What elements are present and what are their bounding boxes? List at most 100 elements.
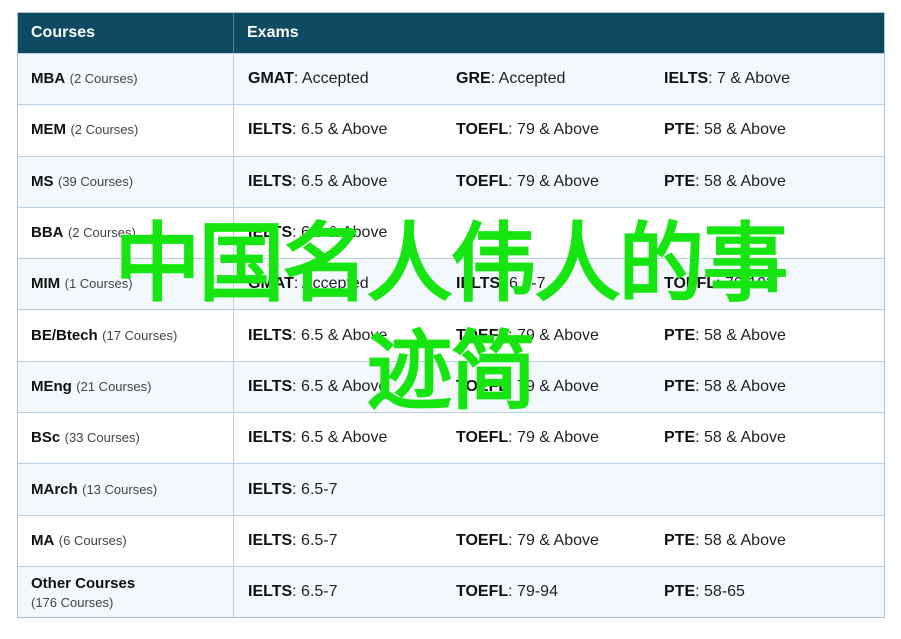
exam-score: : 58 & Above: [695, 121, 786, 139]
exam-name: IELTS: [248, 377, 293, 395]
course-name[interactable]: BE/Btech: [31, 327, 98, 344]
course-name[interactable]: Other Courses: [31, 575, 135, 592]
course-count: (176 Courses): [31, 594, 114, 610]
exam-name: TOEFL: [456, 531, 509, 549]
exam-name: PTE: [664, 583, 696, 601]
exam-score: : Accepted: [293, 275, 369, 293]
exam-requirement: GMAT: Accepted: [248, 70, 456, 88]
course-count: (1 Courses): [64, 276, 133, 292]
exam-requirement: IELTS: 6.5 & Above: [248, 121, 456, 139]
exam-requirement: TOEFL: 79-102: [664, 275, 872, 293]
table-header: Courses Exams: [18, 13, 884, 53]
table-row: BBA (2 Courses) IELTS: 6.5 & Above: [18, 206, 884, 259]
exams-cell: GMAT: Accepted IELTS: 6.5-7 TOEFL: 79-102: [234, 259, 884, 309]
course-line: MA (6 Courses): [31, 532, 220, 550]
course-count: (39 Courses): [57, 173, 134, 189]
exam-name: TOEFL: [664, 275, 717, 293]
exam-score: : 79-102: [716, 275, 775, 293]
exam-requirement: TOEFL: 79 & Above: [456, 429, 664, 447]
exam-requirement: TOEFL: 79 & Above: [456, 121, 664, 139]
course-line: MEM (2 Courses): [31, 121, 220, 139]
exam-score: : 6.5 & Above: [292, 429, 388, 447]
table-row: Other Courses (176 Courses) IELTS: 6.5-7 TO…: [18, 565, 884, 618]
course-cell: MBA (2 Courses): [18, 54, 234, 105]
exam-requirement: IELTS: 6.5-7: [248, 481, 456, 499]
exam-score: : 79 & Above: [508, 326, 599, 344]
table-row: MEM (2 Courses) IELTS: 6.5 & Above TOEFL: …: [18, 104, 884, 156]
course-line: MIM (1 Courses): [31, 275, 220, 293]
exam-requirement: IELTS: 6.5 & Above: [248, 224, 456, 242]
course-name[interactable]: MArch: [31, 481, 78, 498]
course-count: (2 Courses): [69, 71, 138, 87]
exam-requirement: GRE: Accepted: [456, 70, 664, 88]
course-cell: BSc (33 Courses): [18, 413, 234, 464]
exam-name: PTE: [664, 429, 696, 447]
exam-requirement: IELTS: 6.5 & Above: [248, 378, 456, 396]
exam-name: TOEFL: [456, 377, 509, 395]
course-cell: MIM (1 Courses): [18, 259, 234, 310]
course-name[interactable]: MS: [31, 173, 54, 190]
exam-score: : 6.5 & Above: [292, 224, 388, 242]
courses-exams-table: Courses Exams MBA (2 Courses) GMAT: Accep…: [17, 12, 885, 619]
exam-requirement: GMAT: Accepted: [248, 275, 456, 293]
course-line: MBA (2 Courses): [31, 70, 220, 88]
exam-score: : 79 & Above: [508, 172, 599, 190]
exam-name: GRE: [456, 70, 491, 88]
exam-name: IELTS: [248, 480, 293, 498]
exam-score: : 7 & Above: [708, 70, 790, 88]
exam-score: : Accepted: [293, 70, 369, 88]
exam-requirement: PTE: 58-65: [664, 583, 872, 601]
exams-cell: IELTS: 6.5 & Above TOEFL: 79 & Above PTE : …: [234, 413, 884, 463]
exam-requirement: IELTS: 7 & Above: [664, 70, 872, 88]
course-name[interactable]: MA: [31, 532, 54, 549]
exam-requirement: PTE: 58 & Above: [664, 173, 872, 191]
exam-score: : 58-65: [695, 583, 745, 601]
table-row: BE/Btech (17 Courses) IELTS: 6.5 & Above T…: [18, 309, 884, 361]
exam-requirement: IELTS: 6.5 & Above: [248, 429, 456, 447]
exam-name: IELTS: [248, 429, 293, 447]
table-row: BSc (33 Courses) IELTS: 6.5 & Above TOEFL:…: [18, 412, 884, 464]
exam-score: : 6.5-7: [292, 583, 338, 601]
course-name[interactable]: BSc: [31, 429, 60, 446]
exam-name: IELTS: [248, 531, 293, 549]
course-count: (2 Courses): [67, 225, 136, 241]
course-count: (13 Courses): [82, 481, 158, 497]
header-exams: Exams: [247, 24, 299, 41]
course-line: BSc (33 Courses): [31, 429, 220, 447]
exam-requirement: IELTS: 6.5 & Above: [248, 173, 456, 191]
course-cell: MEM (2 Courses): [18, 105, 234, 156]
exam-name: TOEFL: [456, 121, 509, 139]
table-row: MEng (21 Courses) IELTS: 6.5 & Above TOEFL…: [18, 360, 884, 413]
course-cell: MEng (21 Courses): [18, 361, 234, 413]
exam-score: : 58 & Above: [695, 531, 786, 549]
exams-cell: IELTS: 6.5 & Above TOEFL: 79 & Above PTE: …: [234, 310, 884, 360]
exam-name: IELTS: [456, 275, 501, 293]
exam-requirement: TOEFL: 79 & Above: [456, 378, 664, 396]
course-cell: MA (6 Courses): [18, 515, 234, 566]
exam-score: : 58 & Above: [695, 326, 786, 344]
course-name[interactable]: MEng: [31, 378, 72, 395]
course-name[interactable]: MEM: [31, 121, 66, 138]
exam-name: IELTS: [248, 326, 293, 344]
exam-name: PTE: [664, 531, 696, 549]
exam-name: IELTS: [248, 121, 293, 139]
exam-name: PTE: [664, 326, 696, 344]
course-count: (21 Courses): [76, 378, 152, 394]
exam-requirement: TOEFL: 79 & Above: [456, 532, 664, 550]
course-name[interactable]: MBA: [31, 70, 65, 87]
exam-requirement: IELTS: 6.5-7: [456, 275, 664, 293]
course-name[interactable]: MIM: [31, 275, 60, 292]
exam-score: : 6.5 & Above: [292, 377, 388, 395]
exam-score: : 6.5 & Above: [292, 121, 388, 139]
course-cell: MArch (13 Courses): [18, 464, 234, 515]
exam-score: : 79-94: [508, 583, 558, 601]
table-row: MIM (1 Courses) GMAT: Accepted IELTS: 6.5-…: [18, 258, 884, 310]
exams-cell: IELTS: 6.5 & Above TOEFL: 79 & Above PTE: …: [234, 105, 884, 155]
course-name[interactable]: BBA: [31, 224, 64, 241]
exam-requirement: IELTS: 6.5 & Above: [248, 327, 456, 345]
exam-name: TOEFL: [456, 583, 509, 601]
table-body: MBA (2 Courses) GMAT: Accepted GRE: Accept…: [18, 53, 884, 618]
course-cell: BE/Btech (17 Courses): [18, 310, 234, 361]
exam-name: IELTS: [664, 70, 709, 88]
table-row: MArch (13 Courses) IELTS: 6.5-7: [18, 463, 884, 515]
